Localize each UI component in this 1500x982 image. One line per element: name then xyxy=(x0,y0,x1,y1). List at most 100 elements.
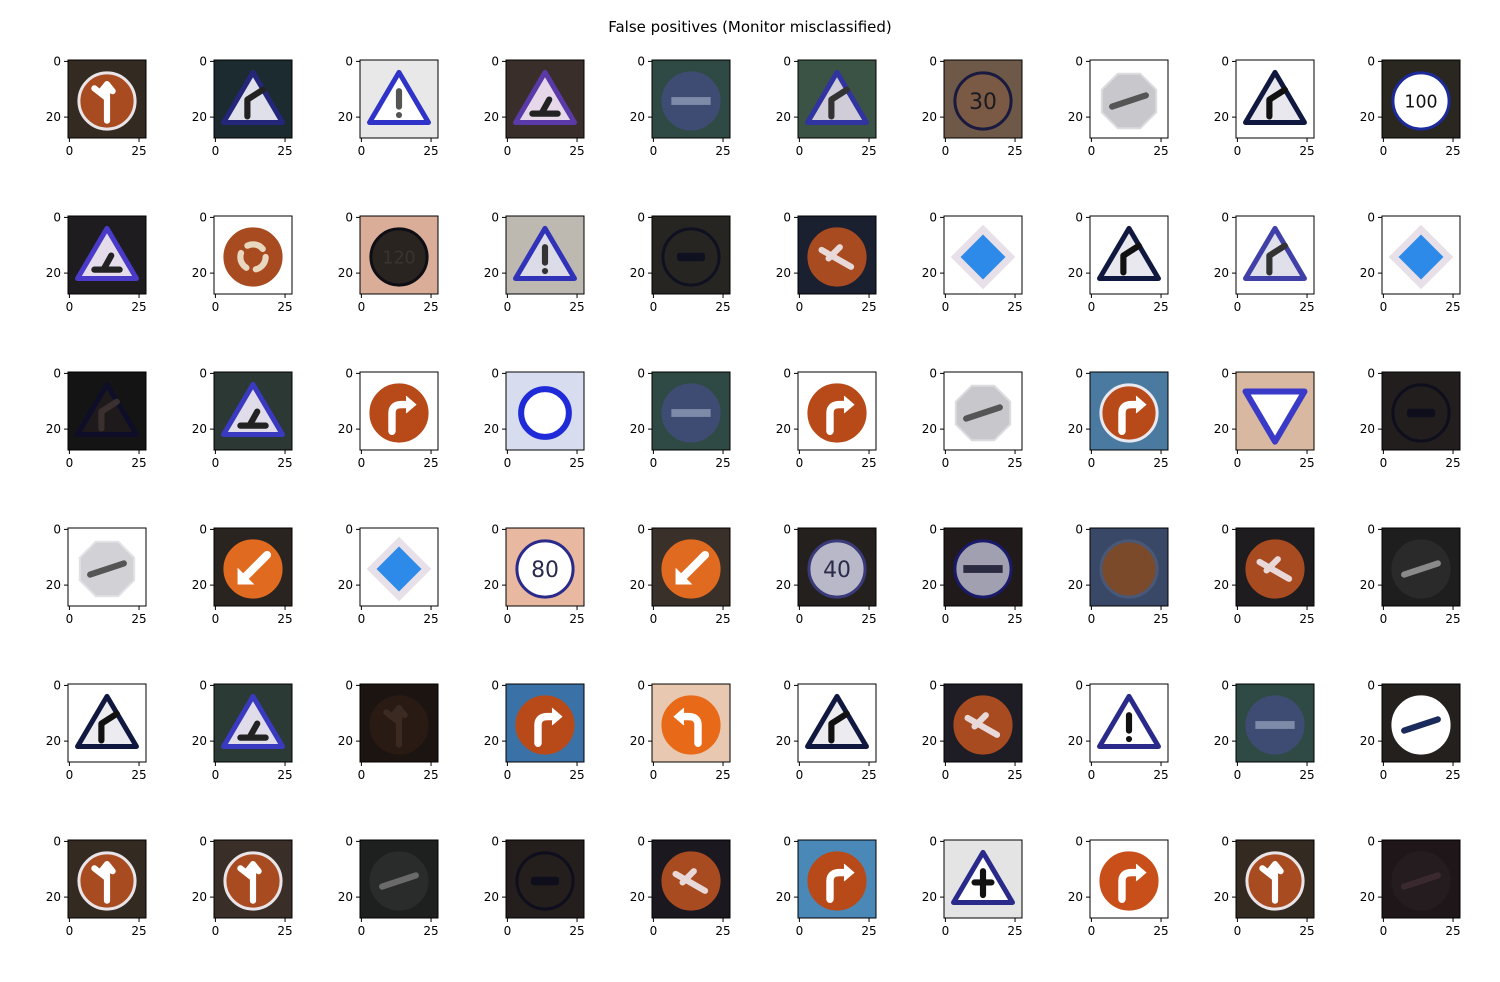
y-tick-label: 20 xyxy=(338,734,353,748)
subplot-56: 0 20 0 25 xyxy=(776,834,877,938)
x-tick-label: 25 xyxy=(1007,300,1022,314)
x-tick-label: 0 xyxy=(1234,300,1242,314)
y-tick-label: 0 xyxy=(929,678,937,692)
subplot-49: 0 20 0 25 xyxy=(1214,678,1315,782)
x-tick-label: 25 xyxy=(569,300,584,314)
x-tick-label: 25 xyxy=(1153,456,1168,470)
subplot-4: 0 20 0 25 xyxy=(484,54,585,158)
figure-title: False positives (Monitor misclassified) xyxy=(608,18,892,36)
x-tick-label: 25 xyxy=(861,768,876,782)
sign-number-text: 40 xyxy=(823,558,851,583)
x-tick-label: 0 xyxy=(1234,456,1242,470)
y-tick-label: 20 xyxy=(776,422,791,436)
round-sign xyxy=(807,851,867,911)
x-tick-label: 0 xyxy=(942,144,950,158)
y-tick-label: 0 xyxy=(783,834,791,848)
y-tick-label: 20 xyxy=(46,578,61,592)
x-tick-label: 0 xyxy=(942,924,950,938)
x-tick-label: 25 xyxy=(1299,612,1314,626)
x-tick-label: 25 xyxy=(1153,300,1168,314)
subplot-54: 0 20 0 25 xyxy=(484,834,585,938)
subplot-22: 0 20 0 25 xyxy=(192,366,293,470)
x-tick-label: 25 xyxy=(1153,924,1168,938)
y-tick-label: 20 xyxy=(192,578,207,592)
x-tick-label: 0 xyxy=(942,300,950,314)
y-tick-label: 0 xyxy=(491,678,499,692)
y-tick-label: 0 xyxy=(637,522,645,536)
y-tick-label: 0 xyxy=(199,54,207,68)
x-tick-label: 25 xyxy=(277,924,292,938)
x-tick-label: 0 xyxy=(796,456,804,470)
x-tick-label: 0 xyxy=(212,300,220,314)
subplot-51: 0 20 0 25 xyxy=(46,834,147,938)
y-tick-label: 20 xyxy=(776,578,791,592)
subplot-57: 0 20 0 25 xyxy=(922,834,1023,938)
round-sign xyxy=(1099,851,1159,911)
y-tick-label: 20 xyxy=(192,734,207,748)
x-tick-label: 0 xyxy=(1380,612,1388,626)
subplot-52: 0 20 0 25 xyxy=(192,834,293,938)
x-tick-label: 25 xyxy=(569,456,584,470)
bar-icon xyxy=(671,409,711,417)
car-icon xyxy=(530,876,560,886)
subplot-1: 0 20 0 25 xyxy=(46,54,147,158)
y-tick-label: 20 xyxy=(46,734,61,748)
y-tick-label: 20 xyxy=(630,890,645,904)
y-tick-label: 20 xyxy=(1214,110,1229,124)
x-tick-label: 0 xyxy=(358,456,366,470)
x-tick-label: 0 xyxy=(650,456,658,470)
car-icon xyxy=(676,252,706,262)
x-tick-label: 25 xyxy=(131,768,146,782)
y-tick-label: 20 xyxy=(922,578,937,592)
x-tick-label: 0 xyxy=(212,144,220,158)
subplot-55: 0 20 0 25 xyxy=(630,834,731,938)
y-tick-label: 20 xyxy=(922,266,937,280)
y-tick-label: 0 xyxy=(1367,522,1375,536)
y-tick-label: 0 xyxy=(345,834,353,848)
bar-icon xyxy=(1255,721,1295,729)
y-tick-label: 0 xyxy=(1221,834,1229,848)
y-tick-label: 20 xyxy=(1214,266,1229,280)
x-tick-label: 0 xyxy=(66,456,74,470)
subplot-32: 0 20 0 25 xyxy=(192,522,293,626)
y-tick-label: 20 xyxy=(192,266,207,280)
subplot-20: 0 20 0 25 xyxy=(1360,210,1461,314)
y-tick-label: 0 xyxy=(1367,834,1375,848)
y-tick-label: 20 xyxy=(484,578,499,592)
x-tick-label: 25 xyxy=(131,300,146,314)
y-tick-label: 20 xyxy=(1068,578,1083,592)
subplot-45: 0 20 0 25 xyxy=(630,678,731,782)
round-sign xyxy=(1099,539,1159,599)
x-tick-label: 25 xyxy=(715,300,730,314)
y-tick-label: 20 xyxy=(1214,734,1229,748)
x-tick-label: 25 xyxy=(423,456,438,470)
subplot-9: 0 20 0 25 xyxy=(1214,54,1315,158)
subplot-46: 0 20 0 25 xyxy=(776,678,877,782)
x-tick-label: 0 xyxy=(1088,612,1096,626)
y-tick-label: 20 xyxy=(484,890,499,904)
y-tick-label: 20 xyxy=(630,734,645,748)
y-tick-label: 20 xyxy=(46,110,61,124)
y-tick-label: 0 xyxy=(783,366,791,380)
round-sign xyxy=(369,383,429,443)
x-tick-label: 0 xyxy=(796,924,804,938)
y-tick-label: 20 xyxy=(484,734,499,748)
x-tick-label: 0 xyxy=(358,300,366,314)
subplot-43: 0 20 0 25 xyxy=(338,678,439,782)
x-tick-label: 25 xyxy=(423,924,438,938)
subplot-18: 0 20 0 25 xyxy=(1068,210,1169,314)
x-tick-label: 25 xyxy=(1007,768,1022,782)
x-tick-label: 0 xyxy=(1380,768,1388,782)
sign-number-text: 120 xyxy=(382,248,415,268)
y-tick-label: 0 xyxy=(53,834,61,848)
y-tick-label: 0 xyxy=(637,366,645,380)
x-tick-label: 25 xyxy=(715,456,730,470)
x-tick-label: 0 xyxy=(212,456,220,470)
x-tick-label: 25 xyxy=(569,144,584,158)
y-tick-label: 0 xyxy=(929,522,937,536)
x-tick-label: 0 xyxy=(504,144,512,158)
x-tick-label: 0 xyxy=(504,456,512,470)
x-tick-label: 0 xyxy=(212,768,220,782)
x-tick-label: 25 xyxy=(131,456,146,470)
x-tick-label: 0 xyxy=(66,144,74,158)
